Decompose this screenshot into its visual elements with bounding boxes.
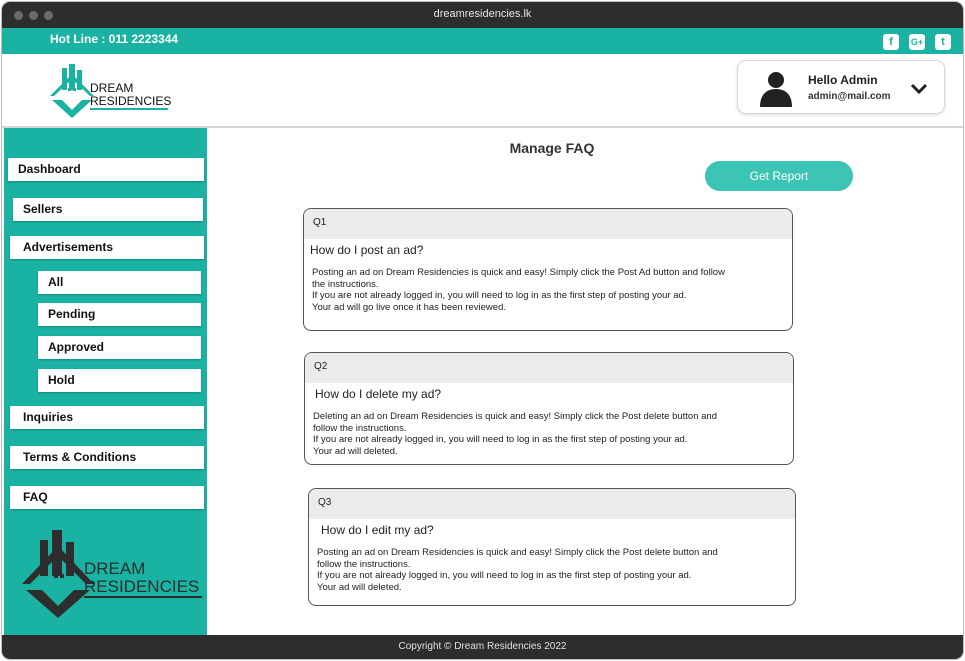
- brand-line1: DREAM: [90, 81, 133, 95]
- sidebar-item-faq[interactable]: FAQ: [10, 486, 204, 509]
- admin-greeting: Hello Admin: [808, 73, 878, 87]
- faq-number: Q3: [309, 489, 795, 519]
- sidebar-item-terms-conditions[interactable]: Terms & Conditions: [10, 446, 204, 469]
- chevron-down-icon[interactable]: [910, 83, 928, 95]
- faq-number: Q2: [305, 353, 793, 383]
- sidebar-item-advertisements[interactable]: Advertisements: [10, 236, 204, 259]
- sidebar-item-sellers[interactable]: Sellers: [13, 198, 203, 221]
- browser-titlebar: dreamresidencies.lk: [2, 2, 963, 28]
- logo-building-icon: [50, 64, 94, 118]
- site-footer: Copyright © Dream Residencies 2022: [2, 635, 963, 659]
- faq-card[interactable]: Q1 How do I post an ad? Posting an ad on…: [303, 208, 793, 331]
- page-title: Manage FAQ: [509, 140, 595, 156]
- sidebar-item-pending[interactable]: Pending: [38, 303, 201, 326]
- faq-question: How do I edit my ad?: [321, 523, 434, 537]
- brand-logo[interactable]: DREAM RESIDENCIES: [42, 60, 182, 122]
- browser-window: dreamresidencies.lk Hot Line : 011 22233…: [2, 2, 963, 659]
- faq-number: Q1: [304, 209, 792, 239]
- sidebar-brand-underline: [84, 596, 202, 598]
- sidebar-item-hold[interactable]: Hold: [38, 369, 201, 392]
- faq-answer: Posting an ad on Dream Residencies is qu…: [312, 267, 725, 313]
- user-avatar-icon: [760, 72, 792, 107]
- main-content: Manage FAQ Get Report Q1 How do I post a…: [207, 128, 963, 635]
- google-plus-icon[interactable]: G+: [909, 34, 925, 50]
- sidebar-item-inquiries[interactable]: Inquiries: [10, 406, 204, 429]
- admin-profile-card[interactable]: Hello Admin admin@mail.com: [737, 60, 945, 114]
- hotline-bar: Hot Line : 011 2223344 f G+ t: [2, 28, 963, 54]
- brand-line2: RESIDENCIES: [90, 94, 171, 108]
- faq-question: How do I delete my ad?: [315, 387, 442, 401]
- sidebar-brand-line2: RESIDENCIES: [84, 577, 199, 596]
- copyright-text: Copyright © Dream Residencies 2022: [398, 641, 567, 652]
- sidebar-item-approved[interactable]: Approved: [38, 336, 201, 359]
- get-report-button[interactable]: Get Report: [705, 161, 853, 191]
- sidebar-brand-line1: DREAM: [84, 559, 145, 578]
- twitter-icon[interactable]: t: [935, 34, 951, 50]
- facebook-icon[interactable]: f: [883, 34, 899, 50]
- faq-card[interactable]: Q2 How do I delete my ad? Deleting an ad…: [304, 352, 794, 465]
- hotline-text: Hot Line : 011 2223344: [50, 32, 179, 46]
- faq-card[interactable]: Q3 How do I edit my ad? Posting an ad on…: [308, 488, 796, 606]
- faq-answer: Deleting an ad on Dream Residencies is q…: [313, 411, 717, 457]
- sidebar-item-all[interactable]: All: [38, 271, 201, 294]
- address-bar[interactable]: dreamresidencies.lk: [2, 8, 963, 20]
- sidebar-item-dashboard[interactable]: Dashboard: [8, 158, 204, 181]
- faq-question: How do I post an ad?: [310, 243, 424, 257]
- faq-answer: Posting an ad on Dream Residencies is qu…: [317, 547, 718, 593]
- admin-email: admin@mail.com: [808, 91, 891, 102]
- brand-underline: [90, 108, 168, 110]
- site-header: DREAM RESIDENCIES Hello Admin admin@mail…: [2, 54, 963, 128]
- sidebar-brand-logo: DREAM RESIDENCIES: [22, 530, 202, 618]
- sidebar: Dashboard Sellers Advertisements All Pen…: [4, 128, 207, 635]
